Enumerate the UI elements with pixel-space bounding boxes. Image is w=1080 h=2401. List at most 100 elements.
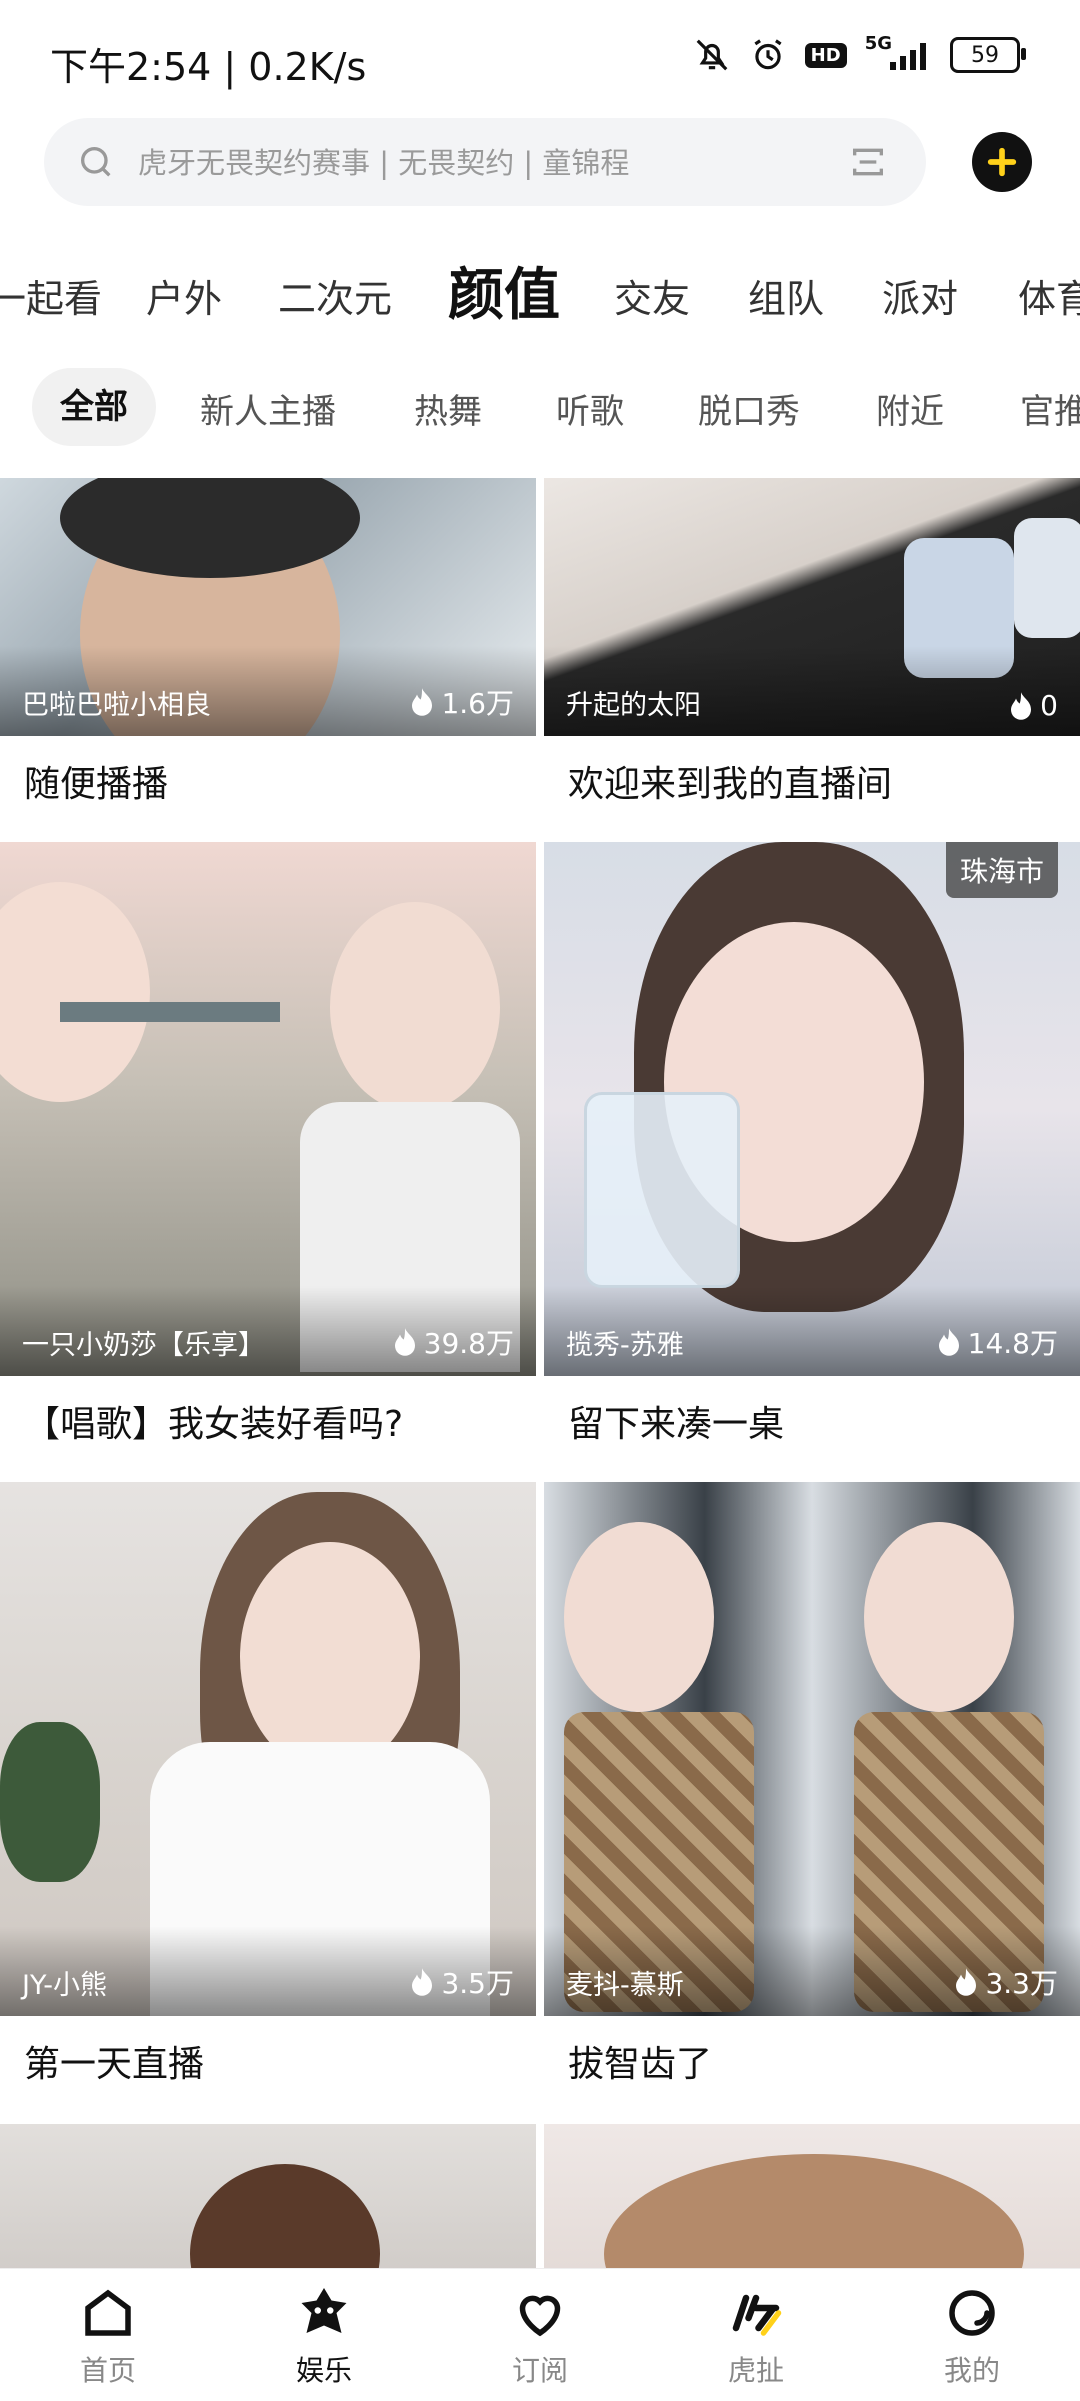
nav-home[interactable]: 首页: [0, 2283, 216, 2389]
nav-label: 虎扯: [727, 2354, 784, 2387]
fire-icon: [412, 688, 433, 716]
viewer-count: 14.8万: [936, 1322, 1058, 1362]
plant-shape: [0, 1722, 100, 1882]
hd-badge: HD: [804, 42, 847, 68]
tab-team[interactable]: 组队: [748, 268, 824, 323]
search-row: 虎牙无畏契约赛事 | 无畏契约 | 童锦程: [0, 118, 1080, 210]
search-input[interactable]: 虎牙无畏契约赛事 | 无畏契约 | 童锦程: [44, 118, 926, 206]
fire-icon: [394, 1328, 415, 1356]
viewer-count-value: 3.5万: [441, 1967, 514, 2000]
location-badge: 珠海市: [945, 842, 1058, 898]
nav-label: 首页: [79, 2354, 136, 2387]
battery-icon: 59: [950, 37, 1026, 73]
stream-card[interactable]: [0, 2124, 536, 2268]
subtab-new-hosts[interactable]: 新人主播: [200, 384, 336, 433]
nav-subscribe[interactable]: 订阅: [432, 2283, 648, 2389]
tab-watch-together[interactable]: 一起看: [0, 268, 102, 323]
stream-card[interactable]: 麦抖-慕斯 3.3万 拔智齿了: [544, 1482, 1080, 2114]
hair-shape: [604, 2154, 1024, 2268]
tab-sports[interactable]: 体育: [1018, 268, 1080, 323]
home-icon: [85, 2289, 131, 2336]
nav-huche[interactable]: 虎扯: [648, 2283, 864, 2389]
face-shape: [240, 1542, 420, 1772]
fire-icon: [1011, 691, 1032, 720]
plus-icon: [987, 147, 1017, 177]
profile-icon: [949, 2290, 995, 2336]
stream-thumbnail: 巴啦巴啦小相良 1.6万: [0, 478, 536, 736]
signal-icon: 5G: [865, 33, 932, 70]
stream-thumbnail: 麦抖-慕斯 3.3万: [544, 1482, 1080, 2016]
face-shape: [564, 1522, 714, 1712]
stream-thumbnail: JY-小熊 3.5万: [0, 1482, 536, 2016]
nav-label: 订阅: [511, 2354, 568, 2387]
add-button[interactable]: [972, 132, 1032, 192]
tab-party[interactable]: 派对: [882, 268, 958, 323]
subtab-official[interactable]: 官推: [1020, 384, 1080, 433]
network-type: 5G: [864, 32, 892, 54]
status-bar: 下午2:54 | 0.2K/s HD 5G 59: [0, 0, 1080, 110]
stream-title: 留下来凑一桌: [568, 1404, 785, 1445]
status-time: 下午2:54 | 0.2K/s: [50, 45, 367, 89]
stream-title: 欢迎来到我的直播间: [568, 764, 893, 805]
fire-icon: [412, 1968, 433, 1996]
stream-card[interactable]: 一只小奶莎【乐享】 39.8万 【唱歌】我女装好看吗?: [0, 842, 536, 1474]
sub-tabs: 全部 新人主播 热舞 听歌 脱口秀 附近 官推: [0, 368, 1080, 448]
face-shape: [330, 902, 500, 1112]
subtab-talk-show[interactable]: 脱口秀: [698, 384, 800, 433]
entertainment-icon: [301, 2288, 347, 2333]
viewer-count: 39.8万: [392, 1322, 514, 1362]
tab-dating[interactable]: 交友: [614, 268, 690, 323]
streamer-name: 麦抖-慕斯: [566, 1970, 684, 2001]
viewer-count: 3.5万: [409, 1962, 514, 2002]
alarm-icon: [749, 36, 787, 74]
tab-outdoor[interactable]: 户外: [146, 268, 222, 323]
stream-card[interactable]: 升起的太阳 0 欢迎来到我的直播间: [544, 478, 1080, 834]
viewer-count: 0: [1008, 689, 1058, 722]
stream-card[interactable]: [544, 2124, 1080, 2268]
streamer-name: 升起的太阳: [566, 690, 701, 721]
battery-level: 59: [971, 42, 999, 68]
streamer-name: JY-小熊: [22, 1970, 107, 2001]
stream-title: 随便播播: [24, 764, 169, 805]
viewer-count: 1.6万: [409, 682, 514, 722]
stream-title: 拔智齿了: [568, 2044, 713, 2085]
search-placeholder: 虎牙无畏契约赛事 | 无畏契约 | 童锦程: [138, 146, 630, 180]
streamer-name: 一只小奶莎【乐享】: [22, 1330, 265, 1361]
stream-card[interactable]: JY-小熊 3.5万 第一天直播: [0, 1482, 536, 2114]
face-shape: [0, 882, 150, 1102]
nav-label: 我的: [943, 2354, 1000, 2387]
viewer-count-value: 0: [1040, 689, 1058, 722]
streamer-name: 揽秀-苏雅: [566, 1330, 684, 1361]
face-shape: [864, 1522, 1014, 1712]
streamer-name: 巴啦巴啦小相良: [22, 690, 211, 721]
nav-profile[interactable]: 我的: [864, 2283, 1080, 2389]
stream-card[interactable]: 珠海市 揽秀-苏雅 14.8万 留下来凑一桌: [544, 842, 1080, 1474]
nav-label: 娱乐: [295, 2354, 352, 2387]
category-tabs: 一起看 户外 二次元 颜值 交友 组队 派对 体育: [0, 240, 1080, 350]
stream-title: 【唱歌】我女装好看吗?: [24, 1404, 404, 1445]
stream-thumbnail: 一只小奶莎【乐享】 39.8万: [0, 842, 536, 1376]
mute-bell-icon: [693, 36, 731, 74]
stream-title: 第一天直播: [24, 2044, 205, 2085]
stream-thumbnail: [544, 2124, 1080, 2268]
stream-thumbnail: 升起的太阳 0: [544, 478, 1080, 736]
viewer-count-value: 3.3万: [985, 1967, 1058, 2000]
subtab-all[interactable]: 全部: [32, 368, 156, 446]
hair-shape: [190, 2164, 380, 2268]
viewer-count-value: 1.6万: [441, 687, 514, 720]
viewer-count-value: 39.8万: [423, 1327, 514, 1360]
tab-anime[interactable]: 二次元: [278, 268, 392, 323]
viewer-count-value: 14.8万: [967, 1327, 1058, 1360]
fire-icon: [938, 1328, 959, 1356]
subtab-dance[interactable]: 热舞: [414, 384, 482, 433]
search-icon: [81, 147, 111, 177]
status-icons: HD 5G 59: [693, 33, 1026, 74]
scan-icon[interactable]: [848, 142, 888, 182]
subtab-music[interactable]: 听歌: [556, 384, 624, 433]
tab-appearance[interactable]: 颜值: [448, 250, 560, 331]
nav-entertainment[interactable]: 娱乐: [216, 2283, 432, 2389]
subtab-nearby[interactable]: 附近: [876, 384, 944, 433]
glass-shape: [584, 1092, 740, 1288]
bridge-shape: [60, 1002, 280, 1022]
stream-card[interactable]: 巴啦巴啦小相良 1.6万 随便播播: [0, 478, 536, 834]
